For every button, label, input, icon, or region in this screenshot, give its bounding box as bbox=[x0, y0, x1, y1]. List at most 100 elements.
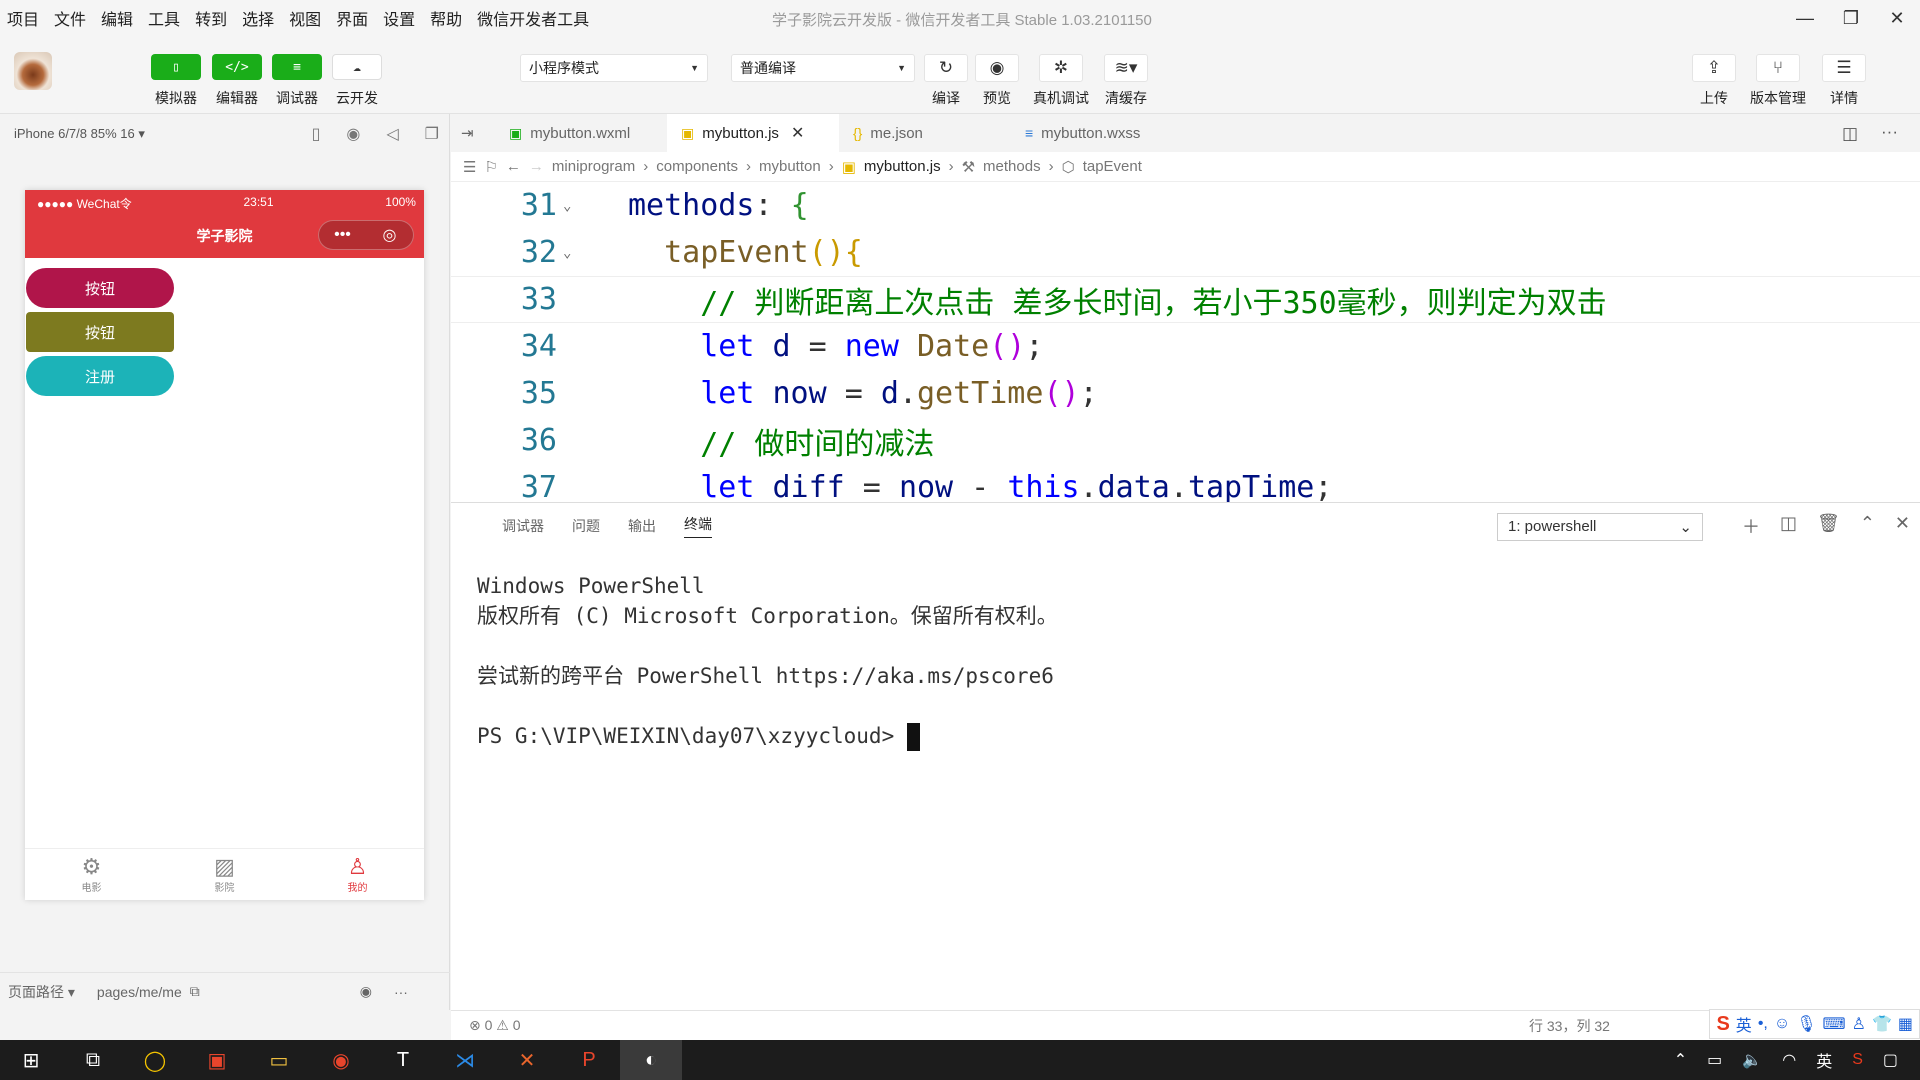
close-circle-icon[interactable]: ◎ bbox=[366, 225, 413, 245]
terminal-select[interactable]: 1: powershell ⌄ bbox=[1497, 513, 1703, 541]
vscode-icon[interactable]: ⋊ bbox=[434, 1040, 496, 1080]
fold-icon[interactable]: ⌄ bbox=[563, 198, 571, 214]
file-explorer-icon[interactable]: ▭ bbox=[248, 1040, 310, 1080]
terminal-output[interactable]: Windows PowerShell 版权所有 (C) Microsoft Cor… bbox=[477, 571, 1058, 751]
breadcrumb-item[interactable]: methods bbox=[983, 158, 1041, 175]
circle-app-icon[interactable]: ◯ bbox=[124, 1040, 186, 1080]
upload-button[interactable]: ⇪ bbox=[1692, 54, 1736, 82]
menu-edit[interactable]: 编辑 bbox=[94, 6, 141, 30]
tab-cinema[interactable]: ▨ 影院 bbox=[158, 849, 291, 900]
breadcrumb-item[interactable]: components bbox=[656, 158, 738, 175]
cursor-position[interactable]: 行 33，列 32 bbox=[1529, 1016, 1610, 1036]
more-icon[interactable]: ··· bbox=[1881, 122, 1898, 142]
compile-button[interactable]: ↻ bbox=[924, 54, 968, 82]
bookmark-icon[interactable]: ⚐ bbox=[484, 158, 497, 176]
trash-icon[interactable]: 🗑 bbox=[1817, 513, 1840, 539]
details-button[interactable]: ☰ bbox=[1822, 54, 1866, 82]
emoji-icon[interactable]: ☺ bbox=[1774, 1015, 1790, 1033]
page-path-label[interactable]: 页面路径 ▾ bbox=[8, 982, 75, 1002]
breadcrumb-item[interactable]: miniprogram bbox=[552, 158, 635, 175]
sogou-icon[interactable]: S bbox=[1852, 1051, 1863, 1069]
mybutton-1[interactable]: 按钮 bbox=[26, 268, 174, 308]
record-icon[interactable]: ◉ bbox=[346, 124, 360, 144]
wechat-devtools-icon[interactable]: ◐ bbox=[620, 1040, 682, 1080]
breadcrumb-item[interactable]: mybutton bbox=[759, 158, 821, 175]
tab-mybutton-wxml[interactable]: ▣ mybutton.wxml bbox=[495, 114, 667, 152]
restore-icon[interactable]: ❐ bbox=[1828, 0, 1874, 36]
avatar[interactable] bbox=[14, 52, 52, 90]
menu-goto[interactable]: 转到 bbox=[188, 6, 235, 30]
chevron-up-icon[interactable]: ⌃ bbox=[1674, 1050, 1687, 1070]
tab-debugger[interactable]: 调试器 bbox=[502, 516, 544, 536]
tab-me-json[interactable]: {} me.json bbox=[839, 114, 1011, 152]
task-view-icon[interactable]: ⧉ bbox=[62, 1040, 124, 1080]
collapse-sidebar-icon[interactable]: ⇥ bbox=[451, 114, 495, 152]
breadcrumb-item[interactable]: mybutton.js bbox=[864, 158, 941, 175]
notification-icon[interactable]: ▢ bbox=[1883, 1050, 1898, 1070]
real-debug-button[interactable]: ✲ bbox=[1039, 54, 1083, 82]
red-app-icon[interactable]: ▣ bbox=[186, 1040, 248, 1080]
back-icon[interactable]: ← bbox=[506, 158, 521, 175]
tab-mybutton-wxss[interactable]: ≡ mybutton.wxss bbox=[1011, 114, 1183, 152]
user-icon[interactable]: ♙ bbox=[1852, 1014, 1866, 1034]
tab-movie[interactable]: ⚙ 电影 bbox=[25, 849, 158, 900]
keyboard-icon[interactable]: ⌨ bbox=[1823, 1014, 1846, 1034]
more-icon[interactable]: ··· bbox=[394, 984, 408, 1000]
wifi-icon[interactable]: ◠ bbox=[1782, 1050, 1796, 1070]
tray-ime-language[interactable]: 英 bbox=[1816, 1048, 1832, 1072]
code-area[interactable]: 31 ⌄ methods: { 32 ⌄ tapEvent(){ 33 // 判… bbox=[451, 182, 1920, 502]
tab-mybutton-js[interactable]: ▣ mybutton.js ✕ bbox=[667, 114, 839, 152]
menu-tools[interactable]: 工具 bbox=[141, 6, 188, 30]
menu-help[interactable]: 帮助 bbox=[423, 6, 470, 30]
eye-icon[interactable]: ◉ bbox=[360, 983, 372, 1000]
display-icon[interactable]: ▭ bbox=[1707, 1050, 1722, 1070]
simulator-toggle-button[interactable]: ▯ bbox=[151, 54, 201, 80]
menu-view[interactable]: 视图 bbox=[282, 6, 329, 30]
mic-icon[interactable]: 🎙 bbox=[1796, 1014, 1816, 1034]
windows-start-icon[interactable]: ⊞ bbox=[0, 1040, 62, 1080]
menu-interface[interactable]: 界面 bbox=[329, 6, 376, 30]
menu-file[interactable]: 文件 bbox=[47, 6, 94, 30]
register-button[interactable]: 注册 bbox=[26, 356, 174, 396]
clear-cache-button[interactable]: ≋▾ bbox=[1104, 54, 1148, 82]
sound-icon[interactable]: ◁ bbox=[386, 124, 398, 144]
menu-devtools[interactable]: 微信开发者工具 bbox=[470, 6, 597, 30]
popout-icon[interactable]: ❐ bbox=[425, 124, 439, 144]
close-icon[interactable]: ✕ bbox=[791, 123, 804, 143]
minimize-icon[interactable]: — bbox=[1782, 0, 1828, 36]
menu-project[interactable]: 项目 bbox=[0, 6, 47, 30]
menu-select[interactable]: 选择 bbox=[235, 6, 282, 30]
skin-icon[interactable]: 👕 bbox=[1872, 1014, 1892, 1034]
typora-icon[interactable]: T bbox=[372, 1040, 434, 1080]
phone-rotate-icon[interactable]: ▯ bbox=[312, 124, 321, 144]
forward-icon[interactable]: → bbox=[529, 158, 544, 175]
device-select[interactable]: iPhone 6/7/8 85% 16 ▾ bbox=[14, 126, 145, 142]
debugger-toggle-button[interactable]: ≡ bbox=[272, 54, 322, 80]
tab-terminal[interactable]: 终端 bbox=[684, 514, 712, 538]
sogou-icon[interactable]: S bbox=[1716, 1013, 1729, 1036]
more-icon[interactable]: ••• bbox=[319, 226, 366, 244]
punct-icon[interactable]: •, bbox=[1758, 1015, 1768, 1033]
copy-icon[interactable]: ⧉ bbox=[190, 983, 200, 1000]
preview-button[interactable]: ◉ bbox=[975, 54, 1019, 82]
xmind-icon[interactable]: ✕ bbox=[496, 1040, 558, 1080]
split-terminal-icon[interactable]: ◫ bbox=[1780, 513, 1797, 539]
tab-me[interactable]: ♙ 我的 bbox=[291, 849, 424, 900]
fold-icon[interactable]: ⌄ bbox=[563, 245, 571, 261]
compile-select[interactable]: 普通编译 ▼ bbox=[731, 54, 915, 82]
close-icon[interactable]: ✕ bbox=[1874, 0, 1920, 36]
editor-toggle-button[interactable]: </> bbox=[212, 54, 262, 80]
tab-output[interactable]: 输出 bbox=[628, 516, 656, 536]
maximize-icon[interactable]: ⌃ bbox=[1860, 513, 1875, 539]
outline-icon[interactable]: ☰ bbox=[463, 158, 476, 176]
tab-problems[interactable]: 问题 bbox=[572, 516, 600, 536]
cloud-button[interactable]: ☁ bbox=[332, 54, 382, 80]
mode-select[interactable]: 小程序模式 ▼ bbox=[520, 54, 708, 82]
chrome-icon[interactable]: ◉ bbox=[310, 1040, 372, 1080]
menu-settings[interactable]: 设置 bbox=[376, 6, 423, 30]
close-icon[interactable]: ✕ bbox=[1895, 513, 1910, 539]
grid-icon[interactable]: ▦ bbox=[1898, 1014, 1913, 1034]
mybutton-2[interactable]: 按钮 bbox=[26, 312, 174, 352]
problems-count[interactable]: ⊗ 0 ⚠ 0 bbox=[469, 1017, 521, 1034]
split-editor-icon[interactable]: ◫ bbox=[1842, 124, 1858, 144]
